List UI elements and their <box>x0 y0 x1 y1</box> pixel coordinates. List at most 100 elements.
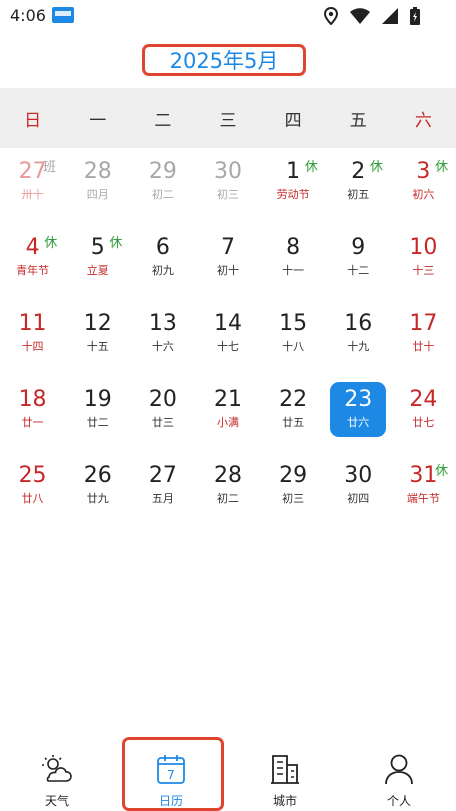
calendar-week-row: 27 卅十班 28 四月 29 初二 30 初三 1 劳动节休 2 初五休 3 初六休 <box>0 152 456 228</box>
calendar-day[interactable]: 7 初十 <box>195 228 260 304</box>
calendar-day[interactable]: 30 初四 <box>326 456 391 532</box>
calendar-day[interactable]: 31 端午节 休 <box>391 456 456 532</box>
day-lunar-label: 廿七 <box>412 416 435 429</box>
day-lunar-label: 初二 <box>151 188 174 201</box>
calendar-day[interactable]: 29 初二 <box>130 152 195 228</box>
day-lunar-label: 初二 <box>216 492 239 505</box>
day-lunar-label: 初六 <box>412 188 435 201</box>
calendar-day[interactable]: 3 初六休 <box>391 152 456 228</box>
calendar-day[interactable]: 13 十六 <box>130 304 195 380</box>
month-title[interactable]: 2025年5月 <box>170 45 279 75</box>
calendar-day[interactable]: 27 卅十班 <box>0 152 65 228</box>
day-lunar-label: 十七 <box>216 340 239 353</box>
day-number: 25 <box>18 463 47 488</box>
nav-item-city[interactable]: 城市 <box>228 742 342 811</box>
bottom-nav: 天气 7 日历 城市 个人 <box>0 742 456 811</box>
day-number: 11 <box>18 311 47 336</box>
nav-label-profile: 个人 <box>386 794 411 808</box>
day-number: 28 <box>83 159 112 184</box>
day-number: 17 <box>409 311 438 336</box>
calendar-day[interactable]: 17 廿十 <box>391 304 456 380</box>
holiday-badge: 休 <box>304 160 318 175</box>
day-lunar-label: 廿六 <box>347 416 370 429</box>
nav-item-profile[interactable]: 个人 <box>342 742 456 811</box>
calendar-day[interactable]: 22 廿五 <box>261 380 326 456</box>
day-number: 26 <box>83 463 112 488</box>
calendar-day[interactable]: 19 廿二 <box>65 380 130 456</box>
day-number: 20 <box>148 387 177 412</box>
calendar-day[interactable]: 6 初九 <box>130 228 195 304</box>
calendar-day[interactable]: 15 十八 <box>261 304 326 380</box>
week-header: 日 一 二 三 四 五 六 <box>0 88 456 148</box>
calendar-day[interactable]: 20 廿三 <box>130 380 195 456</box>
calendar-day[interactable]: 4 青年节 休 <box>0 228 65 304</box>
calendar-day[interactable]: 5 立夏休 <box>65 228 130 304</box>
calendar-day[interactable]: 28 四月 <box>65 152 130 228</box>
weekday-mon: 一 <box>89 110 107 131</box>
holiday-badge: 休 <box>44 236 58 251</box>
day-number: 30 <box>213 159 242 184</box>
calendar-day[interactable]: 2 初五 休 <box>326 152 391 228</box>
calendar-day[interactable]: 18 廿一 <box>0 380 65 456</box>
calendar-day[interactable]: 14 十七 <box>195 304 260 380</box>
day-number: 27 <box>148 463 177 488</box>
day-number: 4 <box>25 235 40 260</box>
calendar-day[interactable]: 16 十九 <box>326 304 391 380</box>
person-icon <box>383 752 415 786</box>
calendar-day[interactable]: 30 初三 <box>195 152 260 228</box>
day-number: 21 <box>213 387 242 412</box>
day-lunar-label: 十三 <box>412 264 435 277</box>
calendar-day[interactable]: 28 初二 <box>195 456 260 532</box>
day-lunar-label: 十二 <box>347 264 370 277</box>
day-lunar-label: 初四 <box>347 492 370 505</box>
day-number: 10 <box>409 235 438 260</box>
signal-icon <box>382 8 398 24</box>
day-number: 31 <box>409 463 438 488</box>
day-number: 18 <box>18 387 47 412</box>
day-number: 29 <box>279 463 308 488</box>
day-lunar-label: 初五 <box>347 188 370 201</box>
day-lunar-label: 廿一 <box>21 416 44 429</box>
calendar-grid: 27 卅十班 28 四月 29 初二 30 初三 1 劳动节休 2 初五休 3 初六休 4 青年节休 5 立夏休 6… <box>0 152 456 532</box>
day-lunar-label: 廿十 <box>412 340 435 353</box>
day-number: 14 <box>213 311 242 336</box>
calendar-week-row: 25 廿八 26 廿九 27 五月 28 初二 29 初三 30 初四 31 端午节 休 <box>0 456 456 532</box>
day-lunar-label: 十一 <box>282 264 305 277</box>
calendar-day[interactable]: 1 劳动节 休 <box>261 152 326 228</box>
day-number: 2 <box>351 159 366 184</box>
calendar-day[interactable]: 26 廿九 <box>65 456 130 532</box>
day-number: 9 <box>351 235 366 260</box>
calendar-week-row: 4 青年节休 5 立夏休 6 初九 7 初十 8 十一 9 十二 10 十三 <box>0 228 456 304</box>
weekday-sat: 六 <box>414 110 432 131</box>
day-lunar-label: 初十 <box>216 264 239 277</box>
day-lunar-label: 廿二 <box>86 416 109 429</box>
nav-item-weather[interactable]: 天气 <box>0 742 114 811</box>
weekday-wed: 三 <box>219 110 237 131</box>
calendar-day[interactable]: 21 小满 <box>195 380 260 456</box>
calendar-day[interactable]: 12 十五 <box>65 304 130 380</box>
calendar-day[interactable]: 8 十一 <box>261 228 326 304</box>
holiday-badge: 休 <box>109 236 123 251</box>
day-festival-label: 小满 <box>216 416 239 429</box>
day-number: 28 <box>213 463 242 488</box>
nav-label-weather: 天气 <box>44 794 69 808</box>
calendar-day[interactable]: 25 廿八 <box>0 456 65 532</box>
calendar-day[interactable]: 27 五月 <box>130 456 195 532</box>
day-number: 30 <box>344 463 373 488</box>
calendar-day-today[interactable]: 23 廿六 <box>326 380 391 456</box>
day-number: 5 <box>90 235 105 260</box>
calendar-day[interactable]: 10 十三 <box>391 228 456 304</box>
calendar-day[interactable]: 24 廿七 <box>391 380 456 456</box>
calendar-day[interactable]: 29 初三 <box>261 456 326 532</box>
calendar-day[interactable]: 9 十二 <box>326 228 391 304</box>
day-number: 3 <box>416 159 431 184</box>
month-title-box[interactable]: 2025年5月 <box>142 44 306 76</box>
day-number: 16 <box>344 311 373 336</box>
day-lunar-label: 初三 <box>282 492 305 505</box>
day-festival-label: 端午节 <box>406 492 440 505</box>
nav-label-city: 城市 <box>272 794 297 808</box>
workday-badge: 班 <box>42 160 56 175</box>
calendar-day[interactable]: 11 十四 <box>0 304 65 380</box>
day-festival-label: 立夏 <box>86 264 109 277</box>
day-lunar-label: 十八 <box>282 340 305 353</box>
